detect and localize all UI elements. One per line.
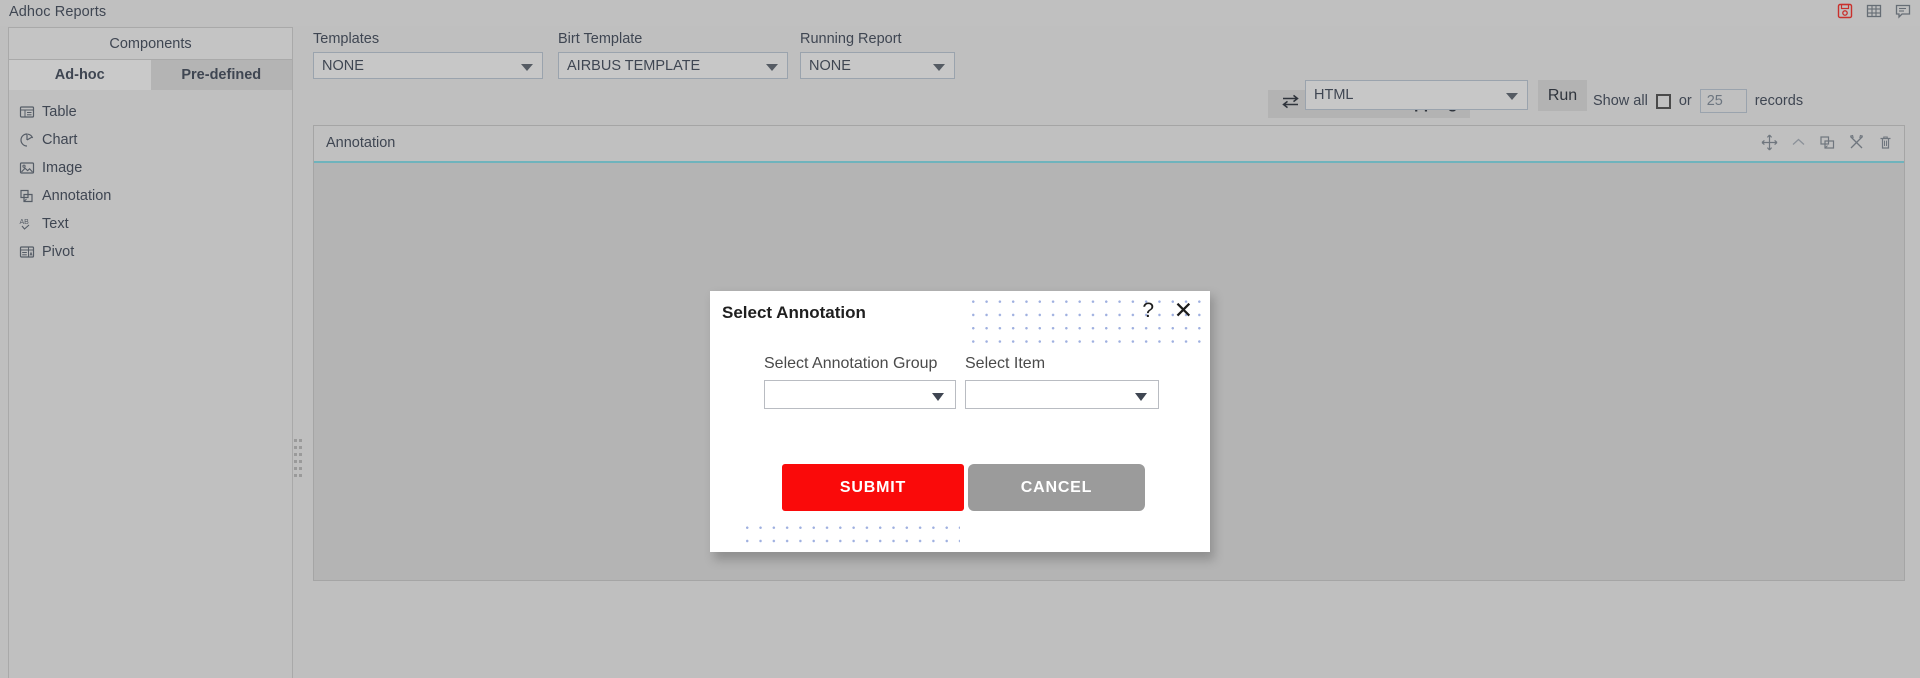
annotation-card-title: Annotation [326, 135, 396, 151]
chevron-down-icon [933, 63, 945, 71]
svg-text:AB: AB [20, 219, 30, 226]
close-icon[interactable]: ✕ [1174, 299, 1193, 322]
sidebar-item-image[interactable]: Image [9, 154, 292, 182]
cancel-button[interactable]: CANCEL [968, 464, 1145, 511]
tab-pre-defined[interactable]: Pre-defined [150, 60, 292, 90]
chevron-down-icon [932, 392, 944, 401]
component-list: Table Chart Image Annotation AB Text Piv… [9, 90, 292, 266]
table-icon [19, 104, 35, 120]
run-button[interactable]: Run [1538, 80, 1587, 111]
annotation-group-field: Select Annotation Group [764, 355, 956, 409]
annotation-card-tools [1761, 134, 1894, 151]
running-report-value: NONE [809, 57, 851, 74]
sidebar-item-label: Annotation [42, 188, 112, 204]
running-report-select[interactable]: NONE [800, 52, 955, 79]
sidebar-item-pivot[interactable]: Pivot [9, 238, 292, 266]
dialog-title: Select Annotation [722, 303, 866, 322]
annotation-group-select[interactable] [764, 380, 956, 409]
select-item-field: Select Item [965, 355, 1159, 409]
records-controls: Show all or records [1593, 89, 1803, 113]
tab-ad-hoc[interactable]: Ad-hoc [9, 60, 151, 90]
select-annotation-dialog: Select Annotation ? ✕ Select Annotation … [710, 291, 1210, 552]
help-icon[interactable]: ? [1142, 300, 1154, 321]
birt-template-value: AIRBUS TEMPLATE [567, 57, 701, 74]
birt-template-field: Birt Template AIRBUS TEMPLATE [558, 31, 788, 79]
templates-select[interactable]: NONE [313, 52, 543, 79]
records-count-input[interactable] [1699, 89, 1747, 113]
report-toolbar: Templates NONE Birt Template AIRBUS TEMP… [305, 27, 1912, 118]
running-report-label: Running Report [800, 31, 902, 47]
save-report-icon[interactable] [1836, 2, 1854, 20]
dialog-left-mask [710, 345, 740, 552]
select-item-label: Select Item [965, 355, 1046, 372]
show-all-label: Show all [1593, 93, 1648, 109]
components-sidebar: Components Ad-hoc Pre-defined Table Char… [8, 27, 293, 678]
move-icon[interactable] [1761, 134, 1778, 151]
records-label: records [1754, 93, 1804, 109]
output-format-value: HTML [1314, 87, 1354, 103]
show-all-checkbox[interactable] [1655, 93, 1671, 109]
text-ab-icon: AB [19, 216, 35, 232]
image-icon [19, 160, 35, 176]
components-header: Components [9, 28, 292, 60]
or-label: or [1678, 93, 1692, 109]
table-view-icon[interactable] [1865, 2, 1883, 20]
panel-splitter-handle[interactable] [294, 437, 303, 483]
sidebar-item-table[interactable]: Table [9, 98, 292, 126]
sidebar-item-label: Chart [42, 132, 78, 148]
chevron-down-icon [1135, 392, 1147, 401]
submit-button[interactable]: SUBMIT [782, 464, 964, 511]
templates-value: NONE [322, 57, 364, 74]
annotation-card-header: Annotation [314, 126, 1904, 163]
templates-field: Templates NONE [313, 31, 543, 79]
chevron-down-icon [521, 63, 533, 71]
sidebar-item-chart[interactable]: Chart [9, 126, 292, 154]
duplicate-icon[interactable] [1819, 134, 1836, 151]
chevron-down-icon [1506, 93, 1518, 100]
chevron-down-icon [766, 63, 778, 71]
pivot-icon [19, 244, 35, 260]
sidebar-tabs: Ad-hoc Pre-defined [9, 60, 292, 90]
pie-chart-icon [19, 132, 35, 148]
running-report-field: Running Report NONE [800, 31, 955, 79]
annotation-icon [19, 188, 35, 204]
select-item-select[interactable] [965, 380, 1159, 409]
sidebar-item-label: Image [42, 160, 83, 176]
window-action-icons [1836, 2, 1912, 20]
window-title-bar: Adhoc Reports [0, 0, 1920, 26]
page-title: Adhoc Reports [9, 4, 107, 20]
sidebar-item-text[interactable]: AB Text [9, 210, 292, 238]
output-format-select[interactable]: HTML [1305, 80, 1528, 110]
sidebar-item-annotation[interactable]: Annotation [9, 182, 292, 210]
delete-trash-icon[interactable] [1877, 134, 1894, 151]
annotation-group-label: Select Annotation Group [764, 355, 938, 372]
sidebar-item-label: Text [42, 216, 69, 232]
swap-arrows-icon [1281, 94, 1300, 114]
collapse-chevron-up-icon[interactable] [1790, 134, 1807, 151]
birt-template-select[interactable]: AIRBUS TEMPLATE [558, 52, 788, 79]
birt-template-label: Birt Template [558, 31, 643, 47]
settings-tools-icon[interactable] [1848, 134, 1865, 151]
sidebar-item-label: Pivot [42, 244, 75, 260]
comment-icon[interactable] [1894, 2, 1912, 20]
templates-label: Templates [313, 31, 380, 47]
sidebar-item-label: Table [42, 104, 77, 120]
